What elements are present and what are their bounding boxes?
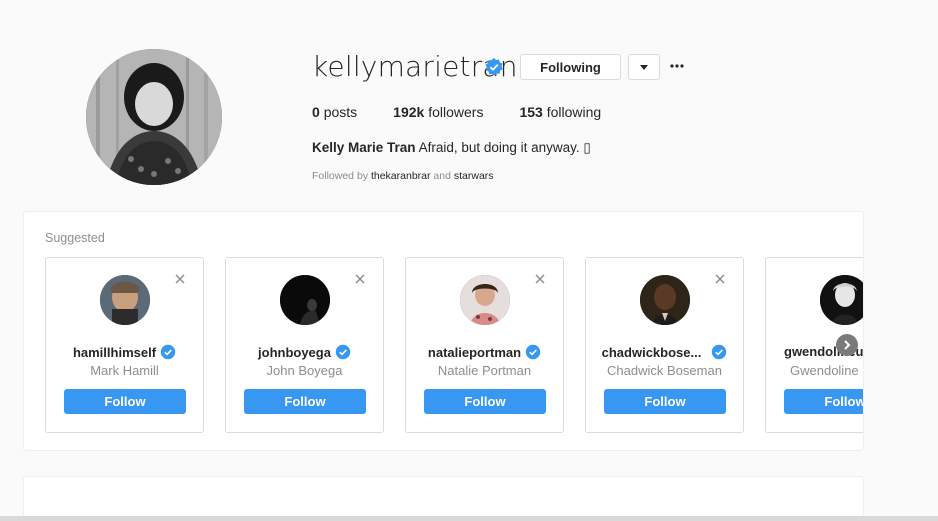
bio-name: Kelly Marie Tran — [312, 140, 416, 155]
close-icon[interactable] — [713, 272, 727, 286]
suggested-avatar[interactable] — [280, 275, 330, 325]
suggested-username[interactable]: natalieportman — [428, 345, 521, 360]
verified-badge-icon — [335, 344, 351, 360]
profile-bio: Kelly Marie Tran Afraid, but doing it an… — [312, 140, 591, 156]
suggested-fullname: Chadwick Boseman — [607, 363, 722, 378]
suggested-fullname: John Boyega — [266, 363, 343, 378]
close-icon[interactable] — [533, 272, 547, 286]
suggestions-toggle-button[interactable] — [628, 54, 660, 80]
followed-by-and: and — [433, 170, 451, 182]
suggested-username[interactable]: johnboyega — [258, 345, 331, 360]
suggested-panel: Suggested hamillhimself Mark Hamill Foll… — [23, 211, 864, 451]
bio-text: Afraid, but doing it anyway. ▯ — [418, 140, 591, 155]
followers-stat[interactable]: 192k followers — [393, 104, 483, 120]
follow-button[interactable]: Follow — [424, 389, 546, 414]
verified-badge-icon — [160, 344, 176, 360]
followed-by-prefix: Followed by — [312, 170, 369, 182]
suggested-avatar[interactable] — [100, 275, 150, 325]
followed-by-user-link[interactable]: starwars — [454, 170, 494, 182]
followers-count: 192k — [393, 104, 425, 120]
chevron-right-icon — [844, 340, 851, 350]
following-button[interactable]: Following — [520, 54, 621, 80]
following-label: following — [546, 104, 602, 120]
profile-stats: 0 posts 192k followers 153 following — [312, 104, 637, 120]
more-options-button[interactable] — [666, 56, 688, 76]
close-icon[interactable] — [173, 272, 187, 286]
suggested-avatar[interactable] — [460, 275, 510, 325]
suggested-fullname: Natalie Portman — [437, 363, 532, 378]
suggested-card: chadwickbose... Chadwick Boseman Follow — [585, 257, 744, 433]
verified-badge-icon — [712, 344, 727, 360]
profile-page: kellymarietran Following 0 posts 192k fo… — [0, 0, 938, 521]
followed-by-line: Followed by thekaranbrar and starwars — [312, 170, 494, 182]
suggested-username-row[interactable]: hamillhimself — [46, 344, 203, 360]
followed-by-user-link[interactable]: thekaranbrar — [371, 170, 431, 182]
verified-badge-icon — [485, 58, 503, 76]
suggested-card: johnboyega John Boyega Follow — [225, 257, 384, 433]
suggested-card: hamillhimself Mark Hamill Follow — [45, 257, 204, 433]
posts-label: posts — [323, 104, 358, 120]
posts-count: 0 — [312, 104, 320, 120]
follow-button[interactable]: Follow — [244, 389, 366, 414]
follow-button[interactable]: Follow — [64, 389, 186, 414]
suggested-fullname: Mark Hamill — [90, 363, 159, 378]
verified-badge-icon — [525, 344, 541, 360]
more-options-icon — [670, 64, 684, 68]
close-icon[interactable] — [353, 272, 367, 286]
suggested-username-row[interactable]: johnboyega — [226, 344, 383, 360]
next-suggestions-button[interactable] — [836, 334, 858, 356]
following-stat[interactable]: 153 following — [519, 104, 601, 120]
posts-stat: 0 posts — [312, 104, 357, 120]
profile-avatar[interactable] — [86, 49, 222, 185]
suggested-avatar[interactable] — [640, 275, 690, 325]
following-count: 153 — [519, 104, 543, 120]
follow-button[interactable]: Follow — [784, 389, 863, 414]
suggested-username-row[interactable]: natalieportman — [406, 344, 563, 360]
suggested-username[interactable]: hamillhimself — [73, 345, 156, 360]
posts-panel — [23, 476, 864, 521]
followers-label: followers — [428, 104, 484, 120]
follow-button[interactable]: Follow — [604, 389, 726, 414]
caret-down-icon — [640, 64, 648, 70]
suggested-username-row[interactable]: chadwickbose... — [586, 344, 743, 360]
suggested-title: Suggested — [45, 231, 105, 245]
suggested-avatar[interactable] — [820, 275, 863, 325]
suggested-fullname: Gwendoline C — [790, 363, 864, 378]
suggested-username[interactable]: chadwickbose... — [602, 345, 702, 360]
window-bottom-bar — [0, 516, 938, 521]
suggested-card: natalieportman Natalie Portman Follow — [405, 257, 564, 433]
